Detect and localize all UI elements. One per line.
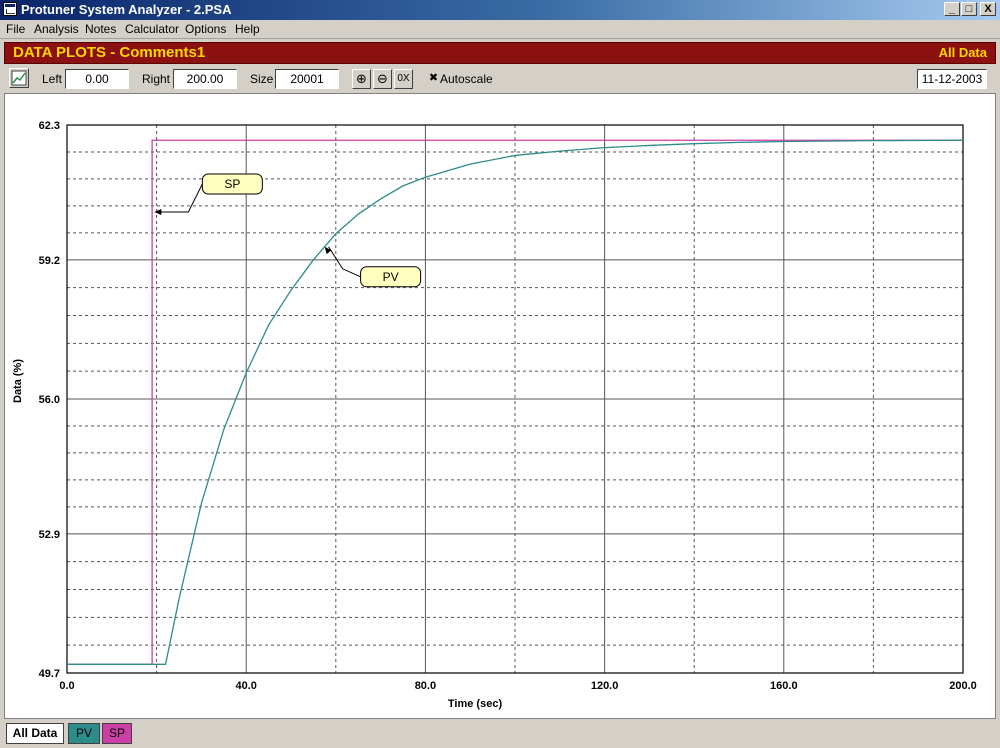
- menu-bar: File Analysis Notes Calculator Options H…: [0, 20, 1000, 39]
- right-value-field[interactable]: [173, 69, 237, 89]
- app-window-icon[interactable]: [3, 2, 17, 16]
- menu-file[interactable]: File: [6, 22, 25, 36]
- zoom-in-button[interactable]: ⊕: [352, 69, 371, 89]
- close-button[interactable]: X: [980, 2, 996, 16]
- annotation-label: PV: [383, 270, 399, 284]
- menu-help[interactable]: Help: [235, 22, 260, 36]
- panel-title: DATA PLOTS - Comments1: [13, 44, 206, 61]
- y-axis-label: Data (%): [12, 359, 24, 403]
- minimize-button[interactable]: _: [944, 2, 960, 16]
- annotation-label: SP: [224, 177, 240, 191]
- menu-notes[interactable]: Notes: [85, 22, 116, 36]
- zoom-out-button[interactable]: ⊖: [373, 69, 392, 89]
- menu-analysis[interactable]: Analysis: [34, 22, 79, 36]
- x-tick-label: 120.0: [591, 680, 619, 692]
- tab-sp[interactable]: SP: [102, 723, 132, 744]
- x-axis-label: Time (sec): [448, 698, 503, 710]
- panel-mode-label: All Data: [938, 45, 987, 60]
- date-field[interactable]: [917, 69, 987, 89]
- line-chart-icon: [11, 70, 27, 86]
- zoom-reset-button[interactable]: 0X: [394, 69, 413, 89]
- x-tick-label: 80.0: [415, 680, 436, 692]
- menu-options[interactable]: Options: [185, 22, 226, 36]
- left-value-field[interactable]: [65, 69, 129, 89]
- x-tick-label: 160.0: [770, 680, 798, 692]
- size-value-field[interactable]: [275, 69, 339, 89]
- autoscale-checkbox[interactable]: ✖: [428, 73, 439, 84]
- annotation-leader-line: [328, 246, 361, 278]
- zoom-out-icon: ⊖: [377, 71, 388, 86]
- size-label: Size: [250, 72, 274, 86]
- tab-all-data[interactable]: All Data: [6, 723, 64, 744]
- panel-header: DATA PLOTS - Comments1 All Data: [4, 42, 996, 64]
- annotation-arrowhead: [154, 208, 162, 215]
- x-tick-label: 40.0: [235, 680, 256, 692]
- y-tick-label: 49.7: [39, 668, 60, 680]
- left-label: Left: [42, 72, 63, 86]
- plot-toolbar: Left Right Size ⊕ ⊖ 0X Autoscale: [0, 66, 1000, 92]
- x-tick-label: 0.0: [59, 680, 74, 692]
- y-tick-label: 59.2: [39, 255, 60, 267]
- y-tick-label: 52.9: [39, 529, 60, 541]
- menu-calculator[interactable]: Calculator: [125, 22, 179, 36]
- data-plot-chart[interactable]: 49.7 52.9 56.0 59.2 62.3 0.0 40.0 80.0 120.0 160.…: [5, 94, 995, 718]
- x-tick-label: 200.0: [949, 680, 977, 692]
- annotation-leader-line: [158, 183, 203, 213]
- window-title: Protuner System Analyzer - 2.PSA: [21, 2, 232, 17]
- maximize-button[interactable]: □: [961, 2, 977, 16]
- chart-panel: 49.7 52.9 56.0 59.2 62.3 0.0 40.0 80.0 120.0 160.…: [4, 93, 996, 719]
- autoscale-label: Autoscale: [440, 72, 493, 86]
- plot-tabs: All Data PV SP: [0, 721, 1000, 748]
- y-tick-label: 56.0: [39, 394, 60, 406]
- tab-pv[interactable]: PV: [68, 723, 100, 744]
- window-titlebar: Protuner System Analyzer - 2.PSA _ □ X: [0, 0, 1000, 20]
- right-label: Right: [142, 72, 171, 86]
- y-tick-label: 62.3: [39, 120, 60, 132]
- plot-settings-button[interactable]: [9, 68, 29, 88]
- zoom-in-icon: ⊕: [356, 71, 367, 86]
